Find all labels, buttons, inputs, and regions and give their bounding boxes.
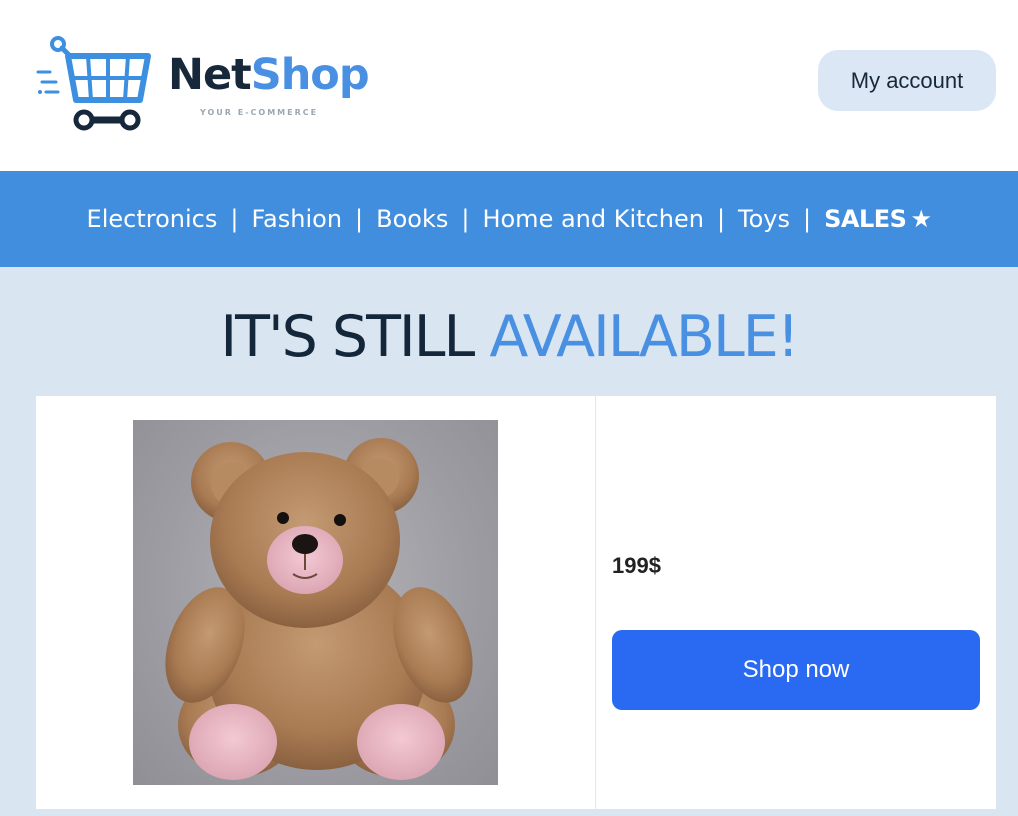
- nav-separator: |: [230, 205, 239, 233]
- product-price: 199$: [612, 553, 661, 578]
- logo-name-net: Net: [168, 50, 252, 100]
- nav-item-electronics[interactable]: Electronics: [87, 205, 218, 233]
- page-headline: IT'S STILL AVAILABLE!: [0, 309, 1018, 366]
- teddy-bear-image[interactable]: [133, 420, 498, 785]
- category-nav: Electronics | Fashion | Books | Home and…: [0, 171, 1018, 267]
- shop-now-button[interactable]: Shop now: [612, 630, 980, 710]
- nav-item-fashion[interactable]: Fashion: [251, 205, 342, 233]
- nav-sales-label: SALES: [824, 205, 907, 233]
- nav-item-home-and-kitchen[interactable]: Home and Kitchen: [482, 205, 703, 233]
- nav-separator: |: [355, 205, 364, 233]
- main-content: IT'S STILL AVAILABLE! 199$ Shop now: [0, 267, 1018, 816]
- my-account-button[interactable]: My account: [818, 50, 996, 111]
- teddy-bear-illustration: [165, 438, 473, 780]
- nav-item-books[interactable]: Books: [376, 205, 448, 233]
- nav-separator: |: [803, 205, 812, 233]
- star-icon: ★: [910, 205, 932, 233]
- logo-wordmark: NetShop: [168, 54, 370, 97]
- logo-tagline: YOUR E-COMMERCE: [200, 108, 319, 117]
- header: NetShop YOUR E-COMMERCE My account: [0, 0, 1018, 171]
- product-card: 199$ Shop now: [36, 396, 996, 809]
- headline-part-1: IT'S STILL: [220, 304, 475, 370]
- card-divider: [595, 396, 596, 809]
- nav-separator: |: [716, 205, 726, 233]
- nav-separator: |: [461, 205, 470, 233]
- netshop-logo[interactable]: NetShop YOUR E-COMMERCE: [36, 34, 370, 134]
- headline-part-2: AVAILABLE!: [489, 304, 799, 370]
- shopping-cart-icon: [36, 36, 151, 131]
- nav-item-sales[interactable]: SALES ★: [824, 205, 932, 233]
- nav-item-toys[interactable]: Toys: [738, 205, 790, 233]
- logo-name-shop: Shop: [250, 50, 370, 100]
